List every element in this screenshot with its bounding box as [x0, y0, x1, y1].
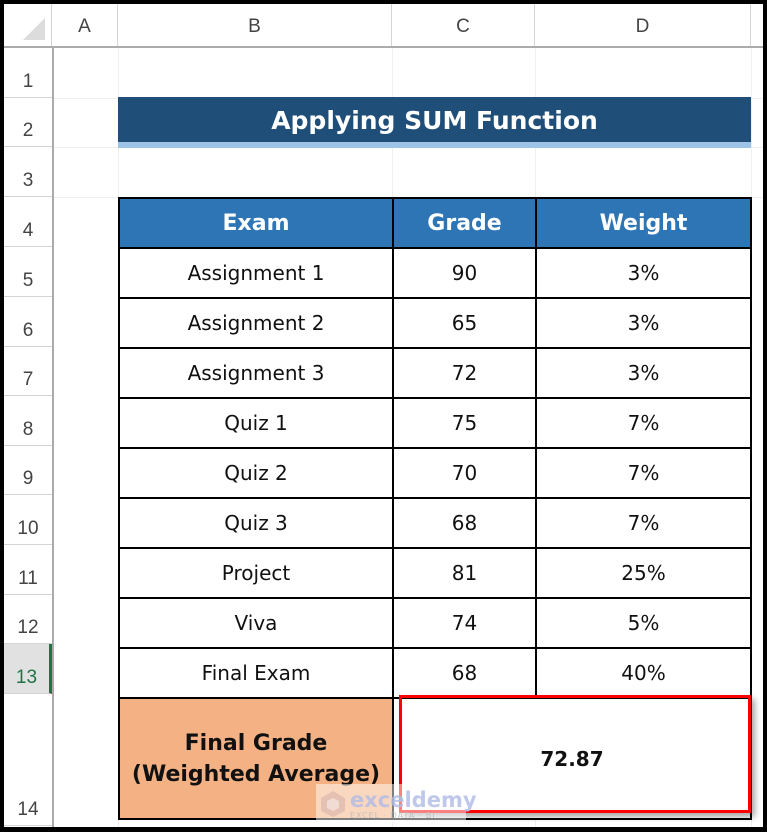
exam-cell[interactable]: Quiz 2	[118, 447, 394, 499]
grade-cell[interactable]: 65	[392, 297, 537, 349]
exam-cell[interactable]: Project	[118, 547, 394, 599]
weight-cell[interactable]: 3%	[535, 297, 752, 349]
column-header-c[interactable]: C	[392, 4, 535, 46]
column-header-e[interactable]	[751, 4, 763, 46]
weight-cell[interactable]: 7%	[535, 497, 752, 549]
column-header-b[interactable]: B	[118, 4, 392, 46]
weight-cell[interactable]: 3%	[535, 347, 752, 399]
row-header-6[interactable]: 6	[4, 297, 52, 347]
weight-cell[interactable]: 5%	[535, 597, 752, 649]
header-cell-grade[interactable]: Grade	[392, 197, 537, 249]
table-header-row: Exam Grade Weight	[118, 197, 752, 249]
table-row: Quiz 1 75 7%	[118, 397, 752, 449]
row-header-10[interactable]: 10	[4, 495, 52, 545]
row-header-14[interactable]: 14	[4, 694, 52, 826]
exam-cell[interactable]: Viva	[118, 597, 394, 649]
column-header-a[interactable]: A	[52, 4, 118, 46]
exam-cell[interactable]: Quiz 1	[118, 397, 394, 449]
table-row: Quiz 3 68 7%	[118, 497, 752, 549]
weight-cell[interactable]: 7%	[535, 447, 752, 499]
row-header-8[interactable]: 8	[4, 396, 52, 446]
row-header-1[interactable]: 1	[4, 48, 52, 98]
grade-cell[interactable]: 72	[392, 347, 537, 399]
grade-cell[interactable]: 75	[392, 397, 537, 449]
row-header-12[interactable]: 12	[4, 595, 52, 644]
exam-cell[interactable]: Assignment 1	[118, 247, 394, 299]
grade-cell[interactable]: 68	[392, 647, 537, 699]
table-row: Assignment 1 90 3%	[118, 247, 752, 299]
exam-cell[interactable]: Quiz 3	[118, 497, 394, 549]
table-row: Project 81 25%	[118, 547, 752, 599]
watermark-tagline: EXCEL · DATA · BI	[350, 810, 436, 820]
row-header-3[interactable]: 3	[4, 147, 52, 197]
spreadsheet: A B C D 1 2 3 4 5 6 7 8 9 10 11 12 13 14…	[4, 4, 763, 827]
table-row: Quiz 2 70 7%	[118, 447, 752, 499]
column-header-bar: A B C D	[4, 4, 763, 48]
row-header-11[interactable]: 11	[4, 545, 52, 595]
grade-cell[interactable]: 74	[392, 597, 537, 649]
exceldemy-watermark: exceldemy EXCEL · DATA · BI	[316, 784, 477, 824]
title-underline	[118, 142, 751, 148]
row-header-bar: 1 2 3 4 5 6 7 8 9 10 11 12 13 14	[4, 48, 54, 827]
row-header-13-selected[interactable]: 13	[4, 644, 52, 694]
screenshot-frame: A B C D 1 2 3 4 5 6 7 8 9 10 11 12 13 14…	[0, 0, 767, 832]
table-row: Assignment 2 65 3%	[118, 297, 752, 349]
weight-cell[interactable]: 3%	[535, 247, 752, 299]
header-cell-exam[interactable]: Exam	[118, 197, 394, 249]
exam-cell[interactable]: Assignment 2	[118, 297, 394, 349]
weight-cell[interactable]: 25%	[535, 547, 752, 599]
sheet-title-banner[interactable]: Applying SUM Function	[118, 97, 751, 142]
weight-cell[interactable]: 7%	[535, 397, 752, 449]
row-header-9[interactable]: 9	[4, 446, 52, 495]
header-cell-weight[interactable]: Weight	[535, 197, 752, 249]
table-row: Viva 74 5%	[118, 597, 752, 649]
final-grade-label-line1: Final Grade	[184, 730, 328, 756]
row-header-5[interactable]: 5	[4, 247, 52, 297]
column-header-d[interactable]: D	[535, 4, 751, 46]
table-row: Assignment 3 72 3%	[118, 347, 752, 399]
row-header-4[interactable]: 4	[4, 197, 52, 247]
watermark-brand: exceldemy	[350, 787, 477, 812]
exceldemy-logo-icon	[320, 790, 346, 818]
exam-cell[interactable]: Assignment 3	[118, 347, 394, 399]
grade-cell[interactable]: 90	[392, 247, 537, 299]
weight-cell[interactable]: 40%	[535, 647, 752, 699]
select-all-button[interactable]	[4, 4, 52, 46]
row-header-7[interactable]: 7	[4, 347, 52, 396]
row-header-2[interactable]: 2	[4, 98, 52, 147]
grade-cell[interactable]: 81	[392, 547, 537, 599]
grade-cell[interactable]: 70	[392, 447, 537, 499]
exam-cell[interactable]: Final Exam	[118, 647, 394, 699]
select-all-triangle-icon	[23, 18, 45, 40]
table-row: Final Exam 68 40%	[118, 647, 752, 699]
grade-cell[interactable]: 68	[392, 497, 537, 549]
